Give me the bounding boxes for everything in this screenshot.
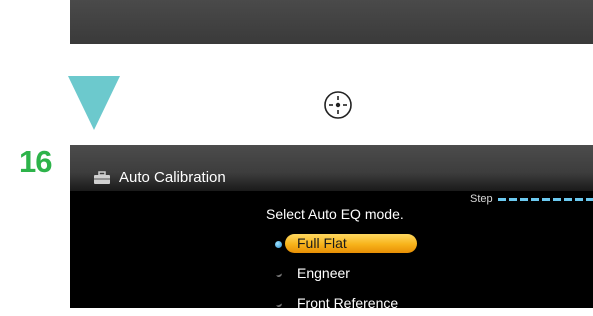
- enter-button-icon: [324, 91, 352, 119]
- tv-screen: Auto Calibration Step Select Auto EQ mod…: [70, 145, 593, 311]
- step-progress-dashes: [498, 198, 593, 201]
- option-label: Front Reference: [297, 295, 399, 311]
- bullet-icon: [275, 271, 282, 278]
- step-label: Step: [470, 193, 493, 205]
- down-arrow-icon: [68, 76, 120, 130]
- option-label: Engneer: [297, 265, 350, 281]
- screen-header: Auto Calibration: [70, 145, 593, 191]
- bullet-icon: [275, 301, 282, 308]
- previous-screen-panel: [70, 0, 593, 44]
- option-label: Full Flat: [285, 234, 417, 253]
- toolbox-icon: [94, 171, 110, 184]
- selected-bullet-icon: [275, 241, 282, 248]
- prompt-text: Select Auto EQ mode.: [266, 206, 404, 222]
- step-number: 16: [19, 144, 52, 179]
- header-title: Auto Calibration: [119, 169, 226, 186]
